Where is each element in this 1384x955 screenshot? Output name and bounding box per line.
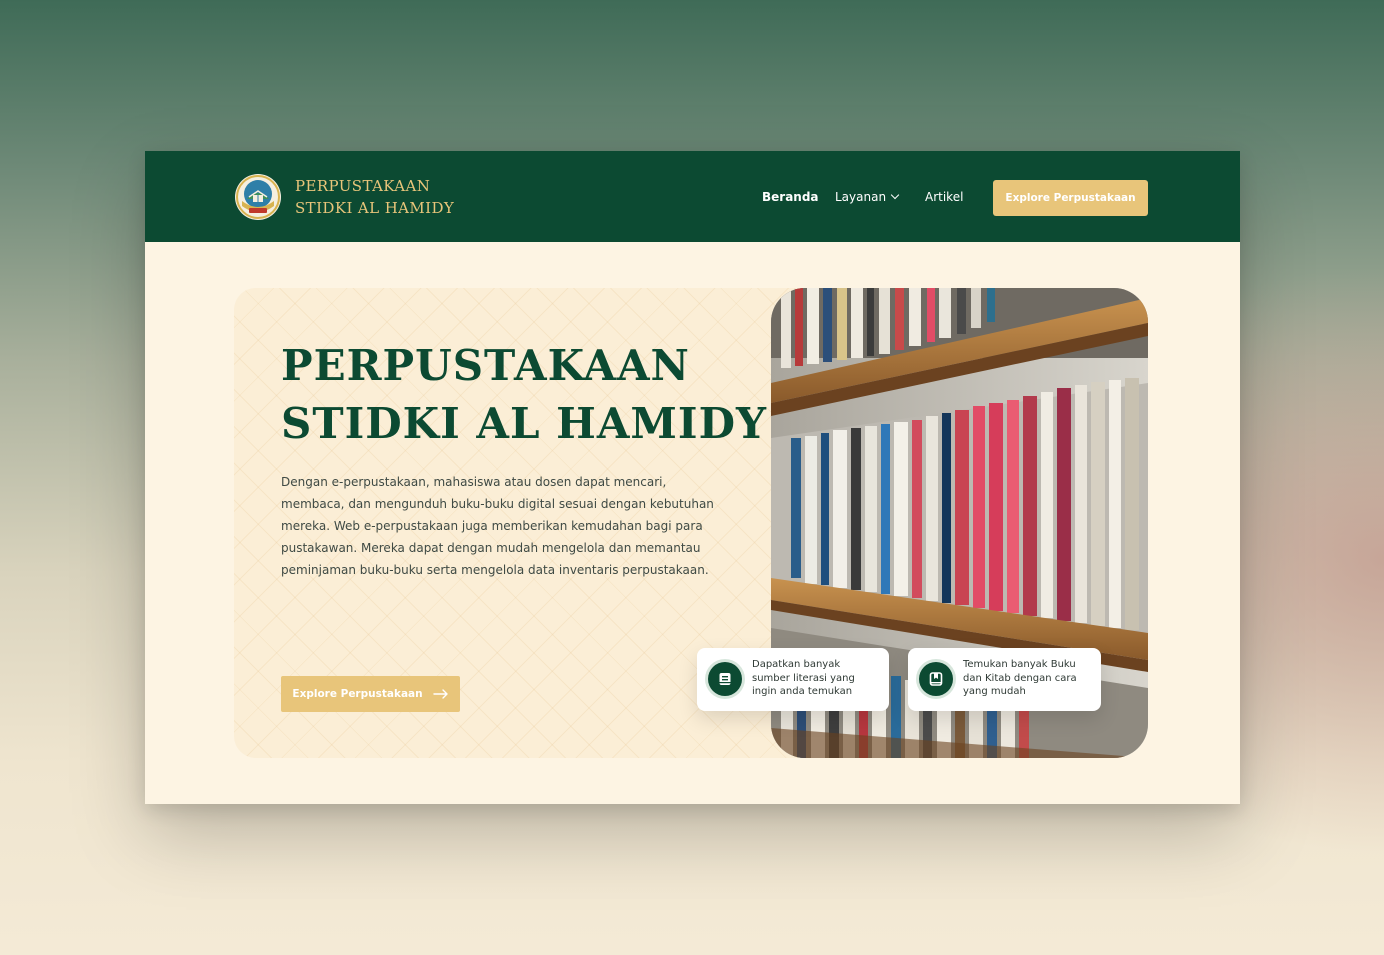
nav-link-beranda[interactable]: Beranda [762,189,819,205]
hero-description: Dengan e-perpustakaan, mahasiswa atau do… [281,475,714,577]
stidki-emblem-icon[interactable] [234,173,282,221]
feature-text-literasi: Dapatkan banyak sumber literasi yang ing… [752,659,855,697]
website-frame: PERPUSTAKAAN STIDKI AL HAMIDY Beranda La… [145,151,1240,804]
nav-link-layanan[interactable]: Layanan [835,189,900,205]
feature-text-buku-kitab: Temukan banyak Buku dan Kitab dengan car… [963,659,1077,697]
bookmark-book-icon [919,662,953,696]
arrow-right-icon [432,689,448,699]
brand-name[interactable]: PERPUSTAKAAN STIDKI AL HAMIDY [295,175,454,219]
nav-link-layanan-label: Layanan [835,190,887,204]
explore-button-hero[interactable]: Explore Perpustakaan [281,676,460,712]
navbar: PERPUSTAKAAN STIDKI AL HAMIDY Beranda La… [145,151,1240,242]
explore-button-hero-label: Explore Perpustakaan [292,688,423,700]
hero-title: PERPUSTAKAAN STIDKI AL HAMIDY [281,337,767,453]
hero-title-line-1: PERPUSTAKAAN [281,341,690,390]
hero-title-line-2: STIDKI AL HAMIDY [281,399,767,448]
explore-button-nav[interactable]: Explore Perpustakaan [993,180,1148,216]
chevron-down-icon [890,190,900,200]
feature-card-buku-kitab: Temukan banyak Buku dan Kitab dengan car… [908,648,1101,711]
brand-line-1: PERPUSTAKAAN [295,177,431,195]
brand-line-2: STIDKI AL HAMIDY [295,199,455,217]
feature-card-literasi: Dapatkan banyak sumber literasi yang ing… [697,648,889,711]
book-stack-icon [708,662,742,696]
nav-link-artikel[interactable]: Artikel [925,189,963,205]
